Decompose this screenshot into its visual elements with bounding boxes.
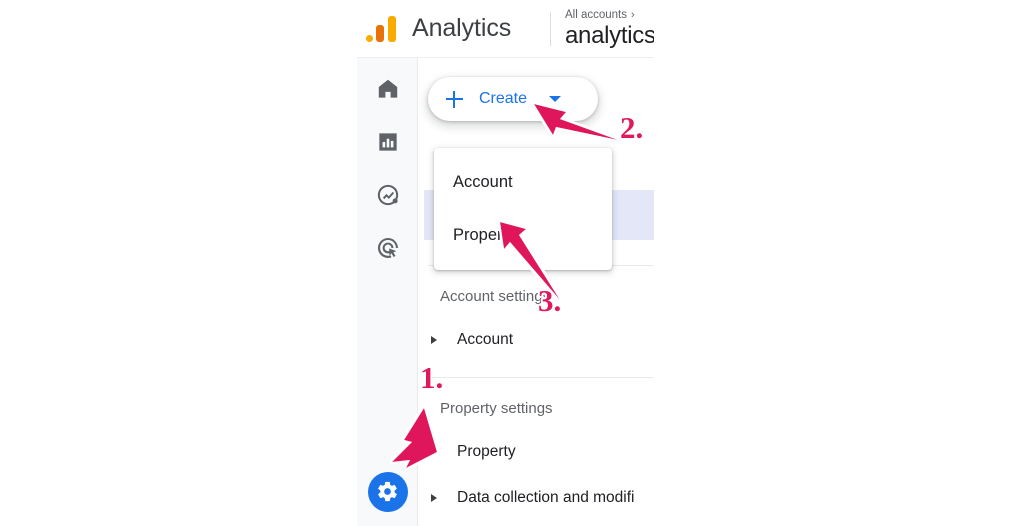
settings-row-label: Account bbox=[457, 331, 514, 348]
sidebar-item-home[interactable] bbox=[357, 62, 418, 115]
brand-name: Analytics bbox=[412, 14, 512, 42]
sidebar-item-advertising[interactable] bbox=[357, 221, 418, 274]
settings-row-data-collection[interactable]: Data collection and modifi bbox=[418, 475, 654, 521]
app-header: Analytics All accounts › analytics bbox=[357, 0, 654, 57]
settings-row-label: Property bbox=[457, 443, 516, 460]
account-title: analytics bbox=[565, 22, 654, 50]
brand-block[interactable]: Analytics bbox=[357, 12, 550, 46]
create-button[interactable]: Create bbox=[428, 77, 598, 121]
create-button-label: Create bbox=[479, 90, 528, 107]
explore-trending-icon bbox=[377, 184, 398, 205]
settings-row-account[interactable]: Account bbox=[418, 317, 654, 363]
admin-settings-panel: Create Account Property Account settings bbox=[418, 57, 654, 526]
dropdown-item-account[interactable]: Account bbox=[434, 156, 612, 209]
section-title-property-settings: Property settings bbox=[440, 400, 553, 417]
screenshot-root: Analytics All accounts › analytics Creat… bbox=[0, 0, 1024, 526]
google-analytics-logo-icon bbox=[365, 12, 399, 46]
left-nav-rail bbox=[357, 57, 418, 526]
advertising-target-icon bbox=[377, 237, 398, 258]
create-dropdown-menu: Account Property bbox=[434, 148, 612, 270]
reports-bar-chart-icon bbox=[378, 132, 397, 151]
header-divider bbox=[550, 11, 551, 46]
sidebar-item-admin[interactable] bbox=[357, 465, 418, 518]
settings-row-property[interactable]: Property bbox=[418, 429, 654, 475]
sidebar-item-explore[interactable] bbox=[357, 168, 418, 221]
breadcrumb-separator-icon: › bbox=[631, 9, 635, 22]
gear-icon bbox=[378, 481, 397, 502]
triangle-right-icon bbox=[431, 336, 437, 344]
home-icon bbox=[378, 79, 397, 98]
dropdown-item-property[interactable]: Property bbox=[434, 209, 612, 262]
breadcrumb-root[interactable]: All accounts bbox=[565, 9, 627, 21]
admin-active-pill bbox=[367, 471, 408, 512]
sidebar-item-reports[interactable] bbox=[357, 115, 418, 168]
breadcrumb[interactable]: All accounts › analytics bbox=[565, 7, 654, 50]
section-title-account-settings: Account settings bbox=[440, 288, 551, 305]
analytics-app-window: Analytics All accounts › analytics Creat… bbox=[357, 0, 654, 526]
settings-sections: Account settings Account Property settin… bbox=[418, 265, 654, 526]
triangle-right-icon bbox=[431, 448, 437, 456]
settings-row-label: Data collection and modifi bbox=[457, 489, 635, 506]
create-button-wrap: Create Account Property bbox=[428, 77, 612, 270]
chevron-down-icon[interactable] bbox=[549, 96, 562, 102]
triangle-right-icon bbox=[431, 494, 437, 502]
plus-icon bbox=[446, 90, 463, 108]
